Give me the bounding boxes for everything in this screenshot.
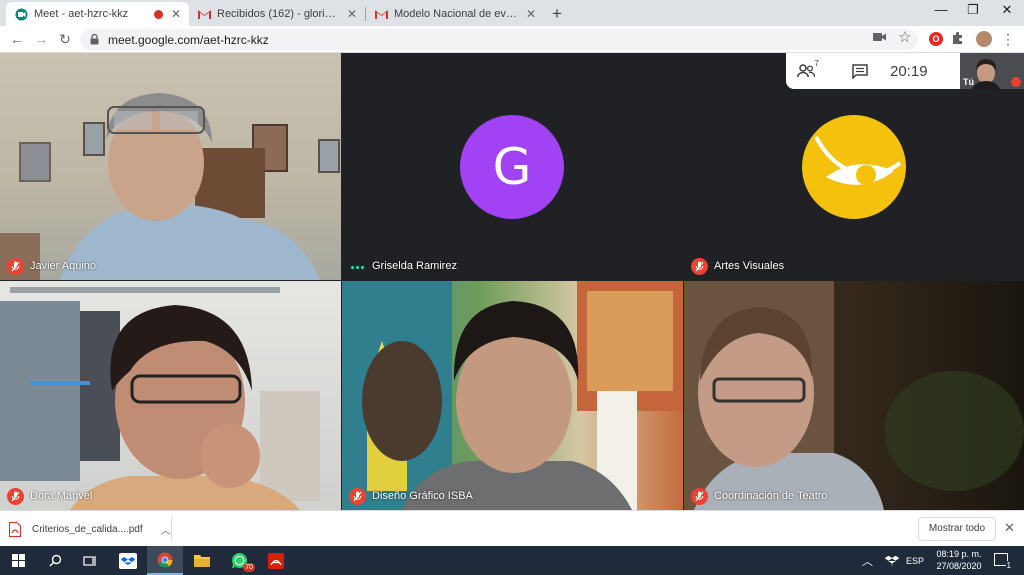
meet-info-bar: 7 20:19 xyxy=(786,53,960,89)
participant-tile[interactable]: G Griselda Ramirez xyxy=(342,53,683,280)
tab-title: Meet - aet-hzrc-kkz xyxy=(34,8,129,20)
taskbar-date: 27/08/2020 xyxy=(936,561,982,571)
participant-tile[interactable]: Javier Aquino xyxy=(0,53,341,280)
participant-tile[interactable]: Dora Marivel xyxy=(0,281,341,510)
muted-mic-icon xyxy=(1011,77,1021,87)
muted-mic-icon xyxy=(349,488,366,505)
new-tab-button[interactable]: + xyxy=(552,4,562,24)
tray-overflow-chevron-icon[interactable]: ︿ xyxy=(862,553,873,569)
tab-gmail-modelo[interactable]: Modelo Nacional de evaluación y ✕ xyxy=(366,2,544,26)
download-item[interactable]: Criterios_de_calida....pdf ︿ xyxy=(8,517,172,541)
muted-mic-icon xyxy=(691,258,708,275)
browser-tab-bar: Meet - aet-hzrc-kkz ✕ Recibidos (162) - … xyxy=(0,0,1024,26)
speaking-indicator-icon xyxy=(351,266,364,269)
camera-permission-icon[interactable] xyxy=(873,30,887,48)
close-downloads-icon[interactable]: ✕ xyxy=(1004,520,1015,536)
reload-button[interactable]: ↻ xyxy=(56,31,74,48)
taskbar-time: 08:19 p. m. xyxy=(936,549,982,559)
restore-button[interactable]: ❐ xyxy=(958,2,988,18)
participant-video xyxy=(342,281,683,510)
language-indicator[interactable]: ESP xyxy=(906,556,924,566)
participant-name: Griselda Ramirez xyxy=(372,260,457,272)
back-button[interactable]: ← xyxy=(8,31,26,47)
muted-mic-icon xyxy=(691,488,708,505)
url-text: meet.google.com/aet-hzrc-kkz xyxy=(108,32,269,47)
meeting-clock: 20:19 xyxy=(890,62,928,80)
participant-name: Coordinación de Teatro xyxy=(714,490,828,502)
participant-name: Javier Aquino xyxy=(30,260,97,272)
whatsapp-unread-badge: 70 xyxy=(243,563,255,572)
notification-center-icon[interactable]: 1 xyxy=(994,553,1012,570)
participant-avatar xyxy=(802,115,906,219)
chat-icon xyxy=(852,63,868,79)
gmail-icon xyxy=(197,7,211,21)
bookmark-star-icon[interactable]: ☆ xyxy=(898,28,911,46)
taskbar-clock[interactable]: 08:19 p. m. 27/08/2020 xyxy=(930,549,988,571)
close-window-button[interactable]: ✕ xyxy=(992,2,1022,18)
profile-avatar[interactable] xyxy=(976,31,992,47)
participants-count: 7 xyxy=(814,59,819,68)
eye-logo-icon xyxy=(814,136,902,185)
meet-icon xyxy=(14,7,28,21)
participant-name: Dora Marivel xyxy=(30,490,93,502)
tab-meet[interactable]: Meet - aet-hzrc-kkz ✕ xyxy=(6,2,189,26)
participants-button[interactable]: 7 xyxy=(786,59,826,78)
gmail-icon xyxy=(374,7,388,21)
forward-button[interactable]: → xyxy=(32,31,50,47)
whatsapp-icon[interactable]: 70 xyxy=(221,546,257,575)
self-view-tile[interactable]: Tú xyxy=(960,53,1024,89)
dropbox-tray-icon[interactable] xyxy=(884,554,900,572)
dropbox-icon[interactable] xyxy=(110,546,146,575)
self-label: Tú xyxy=(963,77,974,87)
downloads-bar: Criterios_de_calida....pdf ︿ Mostrar tod… xyxy=(0,510,1024,546)
chat-button[interactable] xyxy=(840,63,880,79)
windows-start-icon[interactable] xyxy=(0,546,36,575)
windows-taskbar: 70 ︿ ESP 08:19 p. m. 27/08/2020 1 xyxy=(0,546,1024,575)
tab-title: Recibidos (162) - gloriaoviedoda xyxy=(217,8,339,20)
file-explorer-icon[interactable] xyxy=(184,546,220,575)
show-all-downloads-button[interactable]: Mostrar todo xyxy=(918,517,996,541)
address-bar-row: ← → ↻ meet.google.com/aet-hzrc-kkz ☆ xyxy=(0,26,1024,53)
participant-video xyxy=(684,281,1024,510)
close-tab-icon[interactable]: ✕ xyxy=(526,7,536,21)
participant-name: Diseño Gráfico ISBA xyxy=(372,490,473,502)
participant-video xyxy=(0,287,320,510)
pdf-file-icon xyxy=(8,521,22,537)
extension-icon[interactable]: O xyxy=(929,32,943,46)
participant-video xyxy=(0,93,340,280)
tab-gmail-inbox[interactable]: Recibidos (162) - gloriaoviedoda ✕ xyxy=(189,2,365,26)
acrobat-icon[interactable] xyxy=(258,546,294,575)
participant-tile[interactable]: Diseño Gráfico ISBA xyxy=(342,281,683,510)
task-view-icon[interactable] xyxy=(72,546,108,575)
notification-count: 1 xyxy=(1005,561,1012,570)
tab-title: Modelo Nacional de evaluación y xyxy=(394,8,518,20)
meet-video-grid: Javier Aquino G Griselda Ramirez Artes V… xyxy=(0,53,1024,510)
people-icon xyxy=(797,64,815,78)
muted-mic-icon xyxy=(7,488,24,505)
close-tab-icon[interactable]: ✕ xyxy=(171,7,181,21)
close-tab-icon[interactable]: ✕ xyxy=(347,7,357,21)
search-icon[interactable] xyxy=(37,546,73,575)
url-field[interactable]: meet.google.com/aet-hzrc-kkz xyxy=(80,29,918,50)
recording-indicator-icon xyxy=(153,9,163,19)
lock-icon xyxy=(90,34,102,45)
minimize-button[interactable]: — xyxy=(926,2,956,17)
participant-name: Artes Visuales xyxy=(714,260,785,272)
participant-tile[interactable]: Coordinación de Teatro xyxy=(684,281,1024,510)
chrome-icon[interactable] xyxy=(147,546,183,575)
chevron-up-icon[interactable]: ︿ xyxy=(161,522,171,537)
download-filename: Criterios_de_calida....pdf xyxy=(32,523,143,535)
browser-menu-icon[interactable]: ⋮ xyxy=(1001,31,1015,48)
muted-mic-icon xyxy=(7,258,24,275)
participant-avatar: G xyxy=(460,115,564,219)
extensions-puzzle-icon[interactable] xyxy=(951,31,965,50)
